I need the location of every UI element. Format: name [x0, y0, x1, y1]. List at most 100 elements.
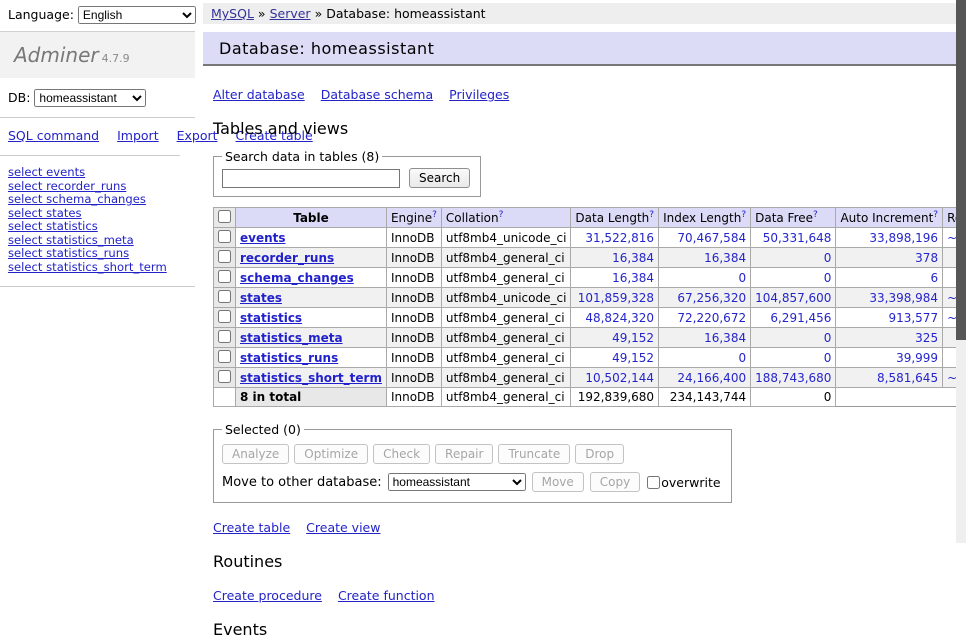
column-header-collation: Collation?: [441, 208, 571, 228]
move-db-select[interactable]: homeassistant: [388, 473, 526, 491]
search-button[interactable]: Search: [409, 168, 470, 188]
totals-engine: InnoDB: [386, 388, 441, 407]
sidebar-action-import[interactable]: Import: [117, 128, 159, 143]
auto_increment-cell: 378: [836, 248, 943, 268]
table-link-events[interactable]: events: [240, 231, 286, 245]
routines-heading: Routines: [213, 552, 966, 571]
optimize-button[interactable]: Optimize: [294, 444, 368, 464]
row-checkbox-events[interactable]: [218, 230, 231, 243]
search-legend: Search data in tables (8): [222, 149, 382, 164]
db-select[interactable]: homeassistant: [34, 89, 146, 107]
auto_increment-cell: 33,898,196: [836, 228, 943, 248]
sidebar-link-select-statistics[interactable]: select statistics: [8, 220, 98, 233]
drop-button[interactable]: Drop: [575, 444, 624, 464]
data_length-cell: 49,152: [571, 348, 659, 368]
db-selector-row: DB:homeassistant: [0, 78, 195, 118]
sidebar-link-select-events[interactable]: select events: [8, 166, 85, 179]
sidebar-link-select-statistics-runs[interactable]: select statistics_runs: [8, 247, 129, 260]
row-checkbox-cell: [214, 288, 236, 308]
copy-button[interactable]: Copy: [590, 472, 640, 492]
db-nav-database-schema[interactable]: Database schema: [321, 87, 433, 102]
index_length-cell: 16,384: [659, 328, 751, 348]
auto_increment-cell: 913,577: [836, 308, 943, 328]
auto_increment-cell: 39,999: [836, 348, 943, 368]
sidebar-link-select-schema-changes[interactable]: select schema_changes: [8, 193, 146, 206]
table-row: statistics_short_termInnoDButf8mb4_gener…: [214, 368, 966, 388]
breadcrumb-separator: »: [315, 6, 323, 21]
sidebar-link-select-recorder-runs[interactable]: select recorder_runs: [8, 180, 126, 193]
column-help-index-length[interactable]: ?: [741, 210, 746, 220]
page-title: Database: homeassistant: [219, 39, 434, 58]
truncate-button[interactable]: Truncate: [498, 444, 570, 464]
data_length-cell: 49,152: [571, 328, 659, 348]
row-checkbox-cell: [214, 328, 236, 348]
breadcrumb-link-mysql[interactable]: MySQL: [211, 6, 254, 21]
totals-empty-cell: [214, 388, 236, 407]
move-row: Move to other database: homeassistant Mo…: [222, 472, 721, 492]
table-link-recorder-runs[interactable]: recorder_runs: [240, 251, 334, 265]
row-checkbox-statistics[interactable]: [218, 310, 231, 323]
engine-cell: InnoDB: [386, 368, 441, 388]
table-row: statisticsInnoDButf8mb4_general_ci48,824…: [214, 308, 966, 328]
vertical-scrollbar[interactable]: [956, 0, 966, 543]
db-nav-alter-database[interactable]: Alter database: [213, 87, 305, 102]
row-checkbox-states[interactable]: [218, 290, 231, 303]
auto_increment-cell: 8,581,645: [836, 368, 943, 388]
content: Alter databaseDatabase schemaPrivileges …: [195, 87, 966, 639]
breadcrumb-current: Database: homeassistant: [326, 6, 485, 21]
table-link-states[interactable]: states: [240, 291, 282, 305]
selected-legend: Selected (0): [222, 422, 304, 437]
index_length-cell: 24,166,400: [659, 368, 751, 388]
check-button[interactable]: Check: [373, 444, 430, 464]
column-header-index-length: Index Length?: [659, 208, 751, 228]
create-links: Create table Create view: [213, 520, 966, 535]
db-nav-privileges[interactable]: Privileges: [449, 87, 509, 102]
select-all-checkbox[interactable]: [218, 210, 231, 223]
table-link-statistics-runs[interactable]: statistics_runs: [240, 351, 338, 365]
create-link-create-view[interactable]: Create view: [306, 520, 380, 535]
db-nav-links: Alter database Database schema Privileges: [213, 87, 966, 102]
sidebar-action-sql-command[interactable]: SQL command: [8, 128, 99, 143]
data_free-cell: 104,857,600: [751, 288, 836, 308]
create-link-create-table[interactable]: Create table: [213, 520, 290, 535]
column-help-engine[interactable]: ?: [432, 210, 437, 220]
table-link-statistics-short-term[interactable]: statistics_short_term: [240, 371, 382, 385]
breadcrumb-link-server[interactable]: Server: [270, 6, 311, 21]
search-fieldset: Search data in tables (8) Search: [213, 149, 481, 197]
routine-link-create-procedure[interactable]: Create procedure: [213, 588, 322, 603]
analyze-button[interactable]: Analyze: [222, 444, 289, 464]
sidebar-link-select-states[interactable]: select states: [8, 207, 82, 220]
table-name-cell: recorder_runs: [236, 248, 387, 268]
engine-cell: InnoDB: [386, 228, 441, 248]
sidebar-link-select-statistics-meta[interactable]: select statistics_meta: [8, 234, 134, 247]
row-checkbox-schema-changes[interactable]: [218, 270, 231, 283]
row-checkbox-statistics-runs[interactable]: [218, 350, 231, 363]
auto_increment-cell: 33,398,984: [836, 288, 943, 308]
repair-button[interactable]: Repair: [435, 444, 493, 464]
sidebar-table-links: select eventsselect recorder_runsselect …: [0, 156, 195, 287]
table-row: eventsInnoDButf8mb4_unicode_ci31,522,816…: [214, 228, 966, 248]
scrollbar-thumb[interactable]: [956, 0, 966, 340]
main-area: MySQL»Server»Database: homeassistant Dat…: [195, 0, 966, 543]
table-link-schema-changes[interactable]: schema_changes: [240, 271, 354, 285]
index_length-cell: 72,220,672: [659, 308, 751, 328]
column-help-auto-increment[interactable]: ?: [933, 210, 938, 220]
move-button[interactable]: Move: [532, 472, 584, 492]
row-checkbox-recorder-runs[interactable]: [218, 250, 231, 263]
row-checkbox-statistics-meta[interactable]: [218, 330, 231, 343]
collation-cell: utf8mb4_unicode_ci: [441, 228, 571, 248]
topbar: MySQL»Server»Database: homeassistant: [203, 3, 966, 24]
column-help-data-length[interactable]: ?: [649, 210, 654, 220]
language-select[interactable]: English: [78, 6, 196, 24]
search-input[interactable]: [222, 169, 400, 188]
totals-blank-cell: [836, 388, 943, 407]
column-help-data-free[interactable]: ?: [813, 210, 818, 220]
sidebar-link-select-statistics-short-term[interactable]: select statistics_short_term: [8, 261, 167, 274]
row-checkbox-statistics-short-term[interactable]: [218, 370, 231, 383]
column-help-collation[interactable]: ?: [499, 210, 504, 220]
table-link-statistics-meta[interactable]: statistics_meta: [240, 331, 343, 345]
overwrite-checkbox[interactable]: [647, 476, 660, 489]
routine-link-create-function[interactable]: Create function: [338, 588, 435, 603]
table-link-statistics[interactable]: statistics: [240, 311, 302, 325]
totals-row: 8 in totalInnoDButf8mb4_general_ci192,83…: [214, 388, 966, 407]
